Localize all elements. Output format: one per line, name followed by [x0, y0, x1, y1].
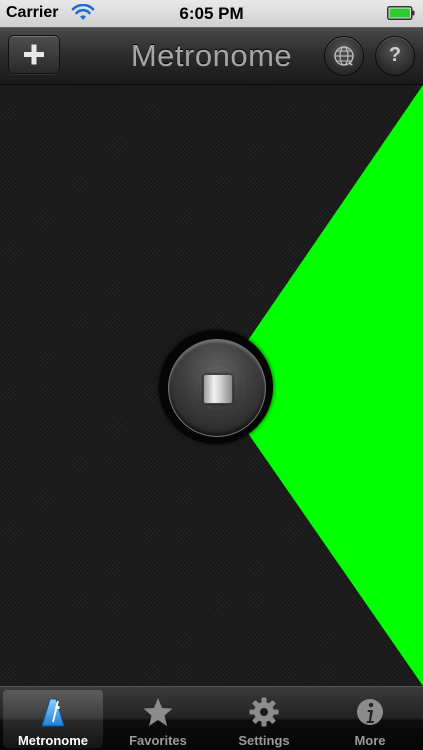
stop-icon — [203, 374, 233, 404]
tab-label: Settings — [238, 733, 290, 748]
battery-full-icon — [387, 6, 415, 20]
tab-favorites[interactable]: Favorites — [108, 690, 208, 748]
help-icon: ? — [388, 44, 402, 66]
tab-label: More — [354, 733, 386, 748]
globe-icon — [334, 46, 354, 66]
tab-label: Metronome — [17, 733, 89, 748]
start-stop-knob — [168, 339, 266, 437]
gear-icon — [249, 697, 279, 727]
tab-metronome[interactable]: Metronome — [3, 690, 103, 748]
globe-button[interactable] — [324, 36, 364, 76]
metronome-screen: Carrier 6:05 PM Metronome ? Metronome Fa… — [0, 0, 423, 750]
tab-label: Favorites — [129, 733, 187, 748]
status-bar: Carrier 6:05 PM — [0, 0, 423, 27]
info-icon — [357, 699, 383, 725]
metronome-icon — [41, 698, 65, 727]
help-button[interactable]: ? — [375, 36, 415, 76]
star-icon — [143, 698, 173, 726]
navigation-bar: Metronome ? — [0, 27, 423, 85]
tab-more[interactable]: More — [320, 690, 420, 748]
tab-bar: Metronome Favorites Settings More — [0, 686, 423, 750]
start-stop-button[interactable] — [159, 330, 273, 444]
metronome-display — [0, 85, 423, 686]
tab-settings[interactable]: Settings — [214, 690, 314, 748]
status-time: 6:05 PM — [179, 4, 244, 23]
